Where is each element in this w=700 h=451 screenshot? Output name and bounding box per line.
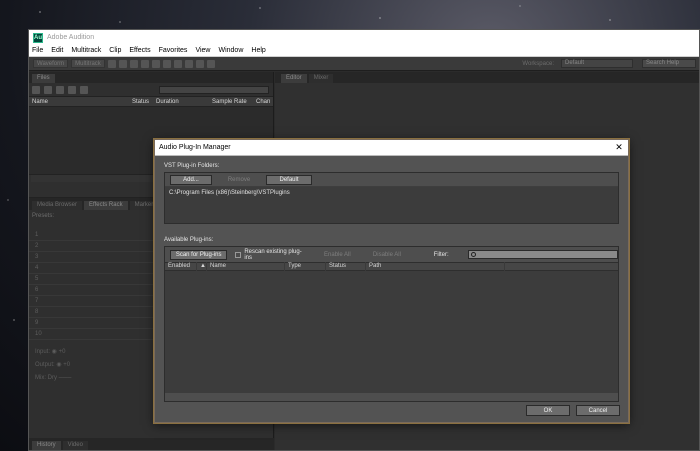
tab-mixer[interactable]: Mixer (308, 74, 334, 83)
column-enabled[interactable]: Enabled (165, 262, 197, 271)
spot-healing-icon[interactable] (206, 59, 215, 68)
default-folders-button[interactable]: Default (266, 174, 312, 185)
mix-label: Mix: (35, 375, 46, 381)
search-help-input[interactable]: Search Help (642, 59, 696, 68)
filter-label: Filter: (433, 251, 449, 258)
output-label: Output: (35, 362, 55, 368)
tab-history[interactable]: History (32, 441, 61, 450)
menu-multitrack[interactable]: Multitrack (71, 47, 101, 54)
column-spacer (505, 262, 618, 271)
marquee-icon[interactable] (173, 59, 182, 68)
tab-effects-rack[interactable]: Effects Rack (84, 201, 128, 210)
remove-folder-button[interactable]: Remove (218, 175, 260, 185)
enable-all-button[interactable]: Enable All (317, 250, 359, 260)
files-panel-tabs: Files (29, 72, 273, 83)
plugins-toolbar: Scan for Plug-ins Rescan existing plug-i… (165, 247, 618, 262)
audio-plugin-manager-dialog: Audio Plug-In Manager ✕ VST Plug-in Fold… (154, 139, 629, 423)
brush-icon[interactable] (195, 59, 204, 68)
menu-favorites[interactable]: Favorites (159, 47, 188, 54)
mix-dry-label: Dry (47, 375, 58, 381)
input-value[interactable]: +0 (59, 349, 66, 355)
add-folder-button[interactable]: Add... (170, 174, 212, 185)
vst-folder-item[interactable]: C:\Program Files (x86)\Steinberg\VSTPlug… (169, 190, 614, 196)
column-sample-rate[interactable]: Sample Rate (209, 99, 253, 105)
menu-window[interactable]: Window (218, 47, 243, 54)
ok-button[interactable]: OK (526, 405, 570, 416)
tab-media-browser[interactable]: Media Browser (32, 201, 83, 210)
razor-tool-icon[interactable] (140, 59, 149, 68)
menu-edit[interactable]: Edit (51, 47, 63, 54)
menu-view[interactable]: View (195, 47, 210, 54)
input-label: Input: (35, 349, 51, 355)
sort-ascending-icon[interactable]: ▲ (197, 262, 207, 271)
move-tool-icon[interactable] (129, 59, 138, 68)
files-toolbar (29, 83, 273, 97)
disable-all-button[interactable]: Disable All (366, 250, 408, 260)
vst-folder-buttons: Add... Remove Default (165, 173, 618, 187)
column-type[interactable]: Type (285, 262, 326, 271)
new-file-icon[interactable] (56, 85, 64, 94)
rescan-existing-label: Rescan existing plug-ins (244, 248, 302, 261)
multitrack-view-button[interactable]: Multitrack (71, 59, 105, 68)
menu-file[interactable]: File (32, 47, 43, 54)
main-toolbar: Waveform Multitrack Workspace: Default S… (29, 57, 699, 71)
column-name[interactable]: Name (29, 99, 129, 105)
plugins-column-headers: Enabled ▲ Name Type Status Path (165, 262, 618, 271)
cancel-button[interactable]: Cancel (576, 405, 620, 416)
close-icon[interactable]: ✕ (610, 141, 628, 155)
available-plugins-label: Available Plug-ins: (164, 237, 214, 243)
vst-folder-list[interactable]: C:\Program Files (x86)\Steinberg\VSTPlug… (165, 187, 618, 223)
lasso-icon[interactable] (184, 59, 193, 68)
import-icon[interactable] (44, 85, 52, 94)
pitch-icon[interactable] (118, 59, 127, 68)
close-file-icon[interactable] (80, 85, 88, 94)
spectral-icon[interactable] (107, 59, 116, 68)
column-channels[interactable]: Chan (253, 99, 271, 105)
waveform-view-button[interactable]: Waveform (33, 59, 69, 68)
scan-for-plugins-button[interactable]: Scan for Plug-ins (170, 249, 228, 260)
menu-effects[interactable]: Effects (129, 47, 150, 54)
workspace-label: Workspace: (522, 60, 554, 67)
history-panel-tabs: History Video (29, 438, 274, 450)
column-status[interactable]: Status (326, 262, 366, 271)
open-file-icon[interactable] (32, 85, 40, 94)
menu-bar: File Edit Multitrack Clip Effects Favori… (29, 45, 699, 57)
checkbox-box[interactable] (235, 251, 242, 258)
menu-clip[interactable]: Clip (109, 47, 121, 54)
search-icon (470, 252, 476, 257)
slip-tool-icon[interactable] (151, 59, 160, 68)
plugins-list[interactable] (165, 271, 618, 393)
menu-help[interactable]: Help (251, 47, 265, 54)
tab-video[interactable]: Video (62, 441, 88, 450)
available-plugins-group: Scan for Plug-ins Rescan existing plug-i… (164, 246, 619, 402)
dialog-titlebar: Audio Plug-In Manager ✕ (155, 140, 628, 156)
dialog-body: VST Plug-in Folders: Add... Remove Defau… (155, 156, 628, 424)
tab-files[interactable]: Files (32, 74, 55, 83)
app-titlebar: Au Adobe Audition (29, 30, 699, 45)
column-name[interactable]: Name (207, 262, 285, 271)
output-value[interactable]: +0 (63, 362, 70, 368)
audition-logo-icon: Au (33, 32, 43, 43)
vst-folders-label: VST Plug-in Folders: (164, 163, 220, 169)
files-column-headers: Name Status Duration Sample Rate Chan (29, 97, 273, 107)
editor-tabs: Editor Mixer (275, 72, 699, 83)
filter-input[interactable] (467, 250, 618, 259)
insert-icon[interactable] (68, 85, 76, 94)
tab-editor[interactable]: Editor (281, 74, 307, 83)
vst-folders-group: Add... Remove Default C:\Program Files (… (164, 172, 619, 224)
workspace-select[interactable]: Default (561, 59, 633, 68)
files-search-input[interactable] (159, 85, 269, 94)
time-selection-icon[interactable] (162, 59, 171, 68)
column-path[interactable]: Path (366, 262, 505, 271)
column-duration[interactable]: Duration (153, 99, 209, 105)
dialog-footer: OK Cancel (526, 405, 620, 416)
dialog-title: Audio Plug-In Manager (159, 144, 231, 151)
rescan-existing-checkbox[interactable]: Rescan existing plug-ins (235, 249, 308, 261)
app-title: Adobe Audition (47, 34, 95, 41)
column-status[interactable]: Status (129, 99, 153, 105)
